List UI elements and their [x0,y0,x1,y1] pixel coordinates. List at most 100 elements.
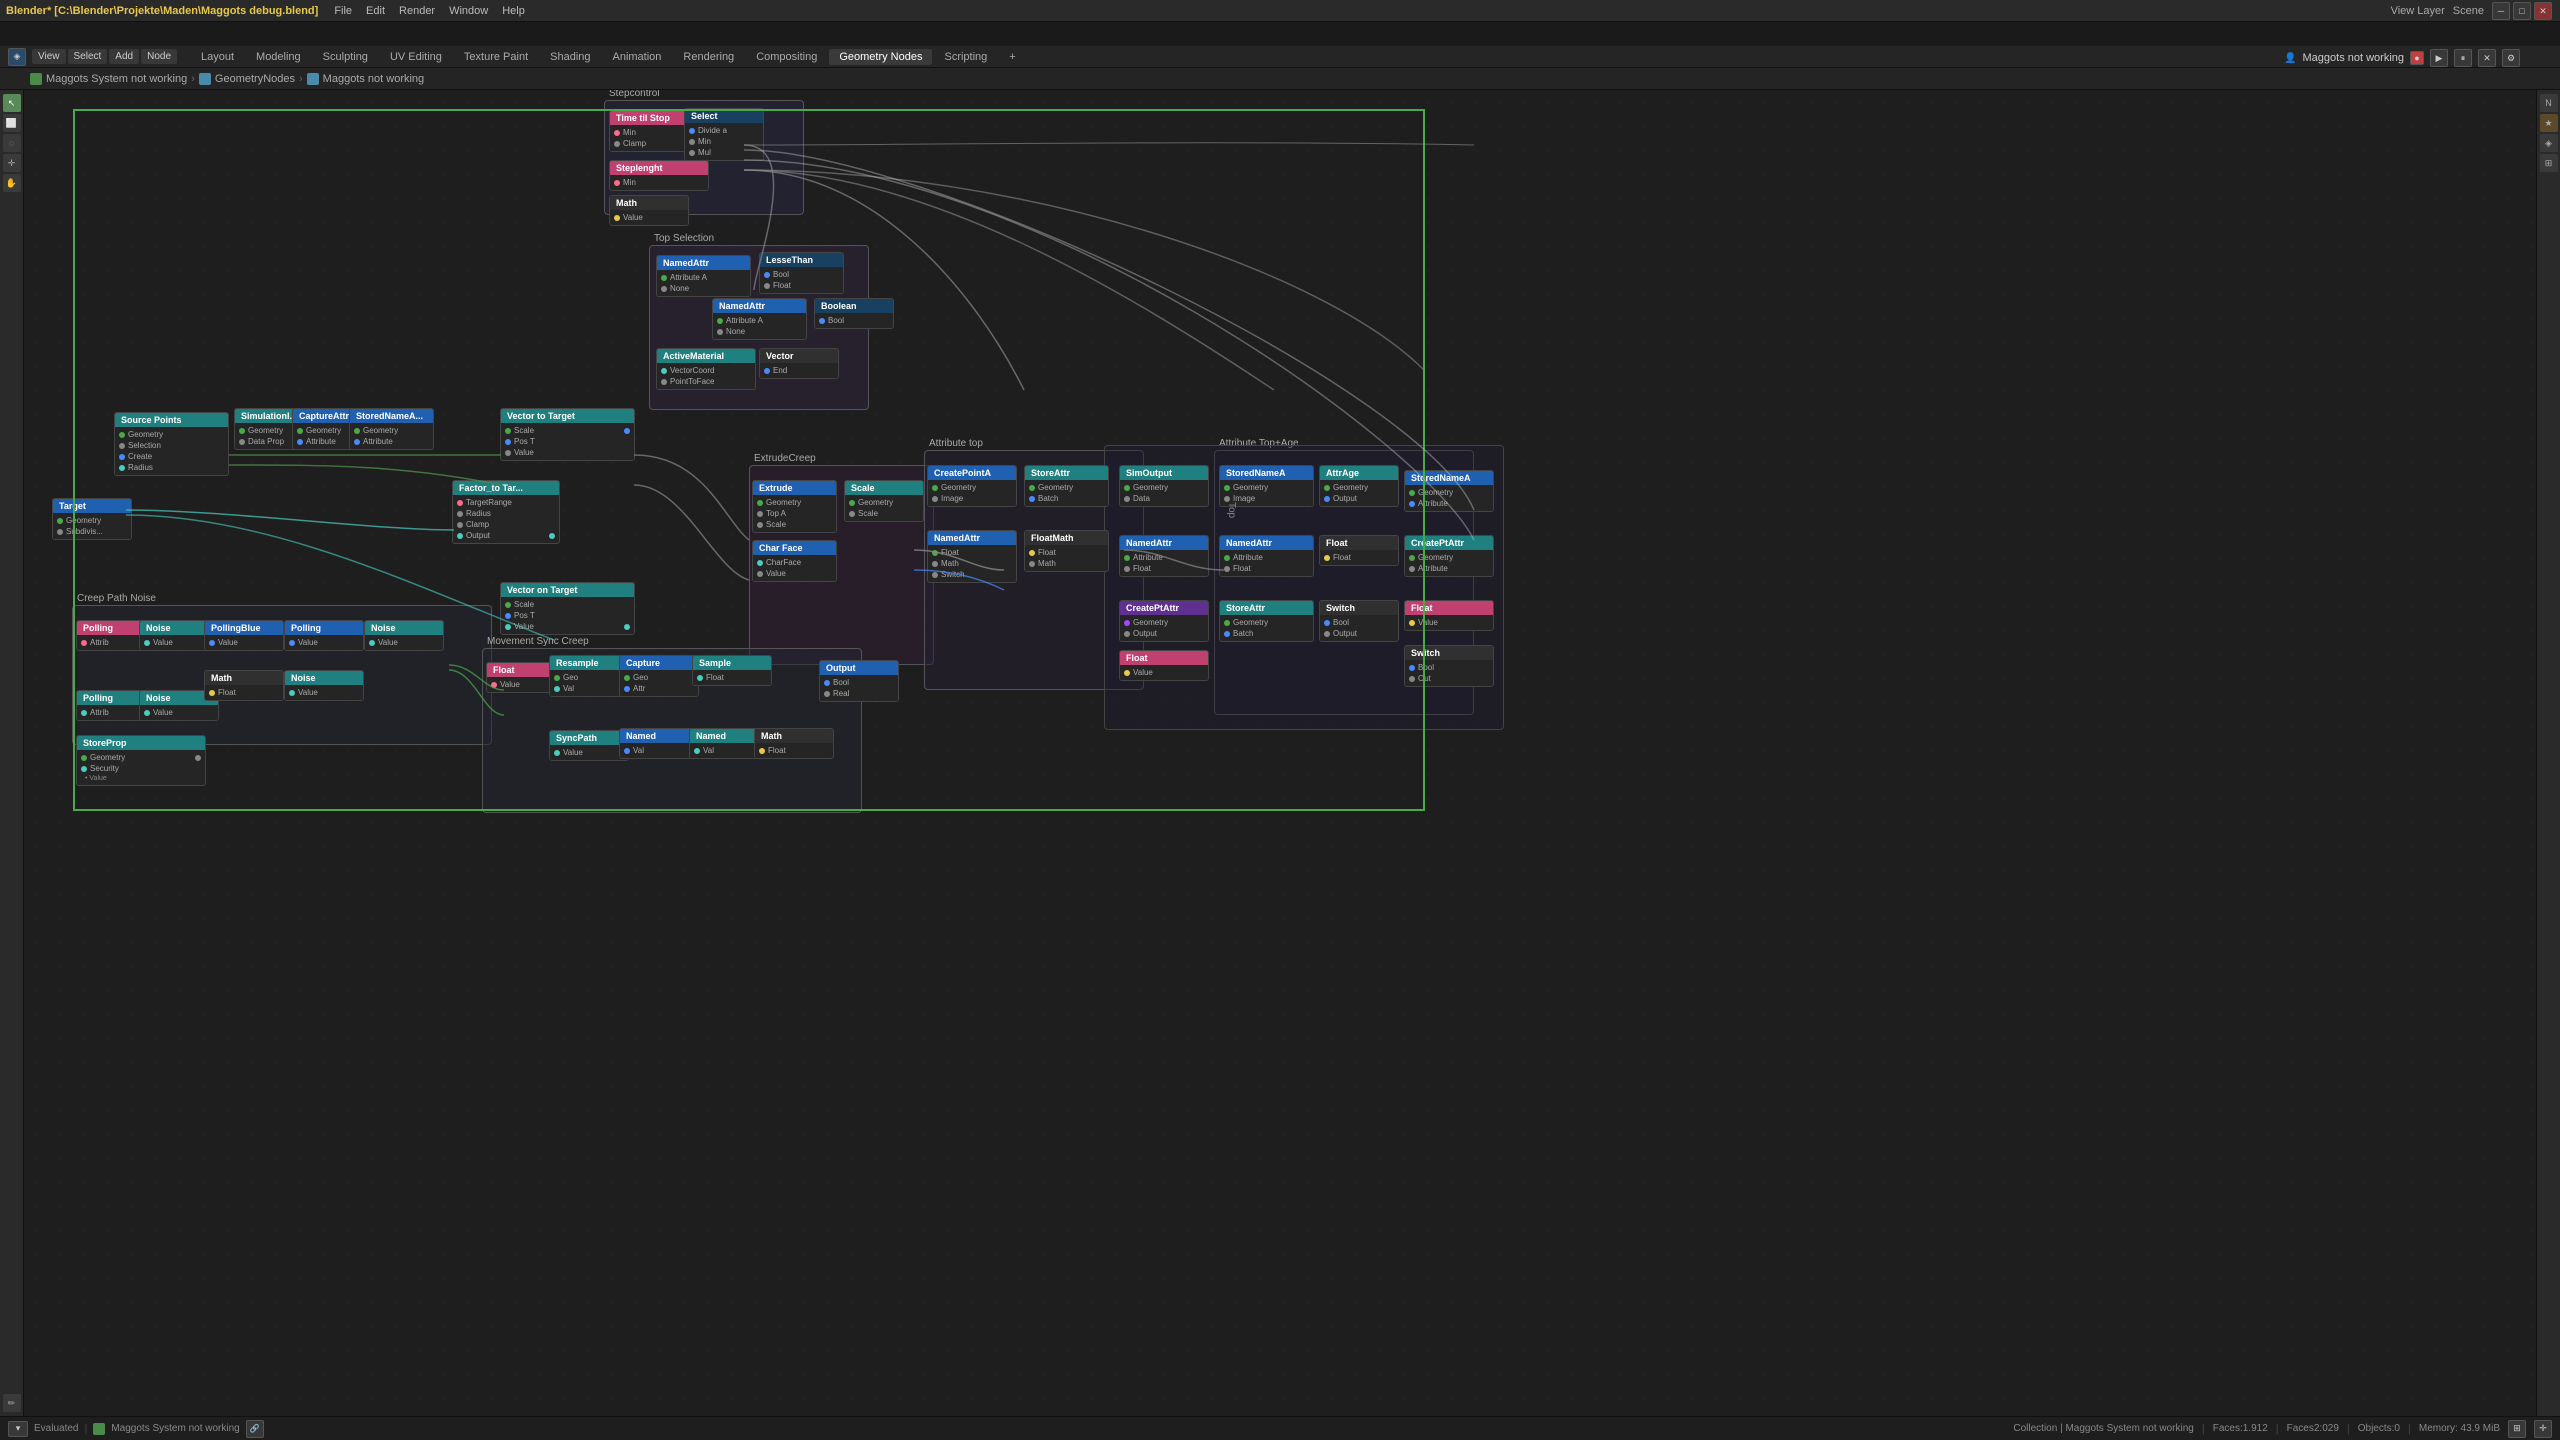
node-body-vec-target: Scale Pos T Value [501,423,634,460]
menu-render[interactable]: Render [393,3,441,19]
node-create-point-attr[interactable]: CreatePointA Geometry Image [927,465,1017,507]
menu-help[interactable]: Help [496,3,531,19]
node-menu[interactable]: Node [141,49,177,64]
right-tool-4[interactable]: ⊞ [2540,154,2558,172]
tab-uv[interactable]: UV Editing [380,49,452,65]
node-far-right-4[interactable]: Switch Bool Out [1404,645,1494,687]
node-named-attr-age[interactable]: NamedAttr Attribute Float [1219,535,1314,577]
tool-lasso[interactable]: ◌ [3,134,21,152]
viewport-overlay-btn[interactable]: ⊞ [2508,1420,2526,1438]
tab-shading[interactable]: Shading [540,49,600,65]
tool-annotation[interactable]: ✏ [3,1394,21,1412]
tab-modeling[interactable]: Modeling [246,49,311,65]
node-far-right-3[interactable]: Float Value [1404,600,1494,631]
node-vector-1[interactable]: Vector End [759,348,839,379]
add-menu[interactable]: Add [109,49,139,64]
node-named-attr-top[interactable]: NamedAttr Float Math Switch [927,530,1017,583]
render-btn[interactable]: ▶ [2430,49,2448,67]
node-msc-output[interactable]: Output Bool Real [819,660,899,702]
tab-rendering[interactable]: Rendering [673,49,744,65]
node-msc-2[interactable]: Capture Geo Attr [619,655,699,697]
tab-sculpting[interactable]: Sculpting [313,49,378,65]
node-scale[interactable]: Scale Geometry Scale [844,480,924,522]
tool-pan[interactable]: ✋ [3,174,21,192]
node-steplenght[interactable]: Steplenght Min [609,160,709,191]
group-label-stepcontrol: Stepcontrol [609,90,660,99]
breadcrumb-item-3[interactable]: Maggots not working [323,73,425,85]
node-vector-to-target[interactable]: Vector to Target Scale Pos T Value [500,408,635,461]
node-mid-chain-3[interactable]: CreatePtAttr Geometry Output [1119,600,1209,642]
node-cpn-4[interactable]: Math Float [204,670,284,701]
settings-btn[interactable]: ⚙ [2502,49,2520,67]
node-cpn-3[interactable]: PollingBlue Value [204,620,284,651]
node-stored-named-1[interactable]: StoredNameA Geometry Image [1219,465,1314,507]
minimize-btn[interactable]: ─ [2492,2,2510,20]
node-cpn-6[interactable]: Noise Value [284,670,364,701]
node-msc-3[interactable]: Sample Float [692,655,772,686]
breadcrumb-item-2[interactable]: GeometryNodes [215,73,295,85]
node-extrude-2[interactable]: Char Face CharFace Value [752,540,837,582]
node-named-attr-2[interactable]: NamedAttr Attribute A None [712,298,807,340]
status-link-icon[interactable]: 🔗 [246,1420,264,1438]
tab-scripting[interactable]: Scripting [934,49,997,65]
node-clamp-1[interactable]: Select Divide a Min Mul [684,108,764,161]
node-msc-6[interactable]: Math Float [754,728,834,759]
tab-animation[interactable]: Animation [603,49,672,65]
right-tool-1[interactable]: N [2540,94,2558,112]
editor-type-icon[interactable]: ◈ [8,48,26,66]
node-far-right-1[interactable]: StoredNameA Geometry Attribute [1404,470,1494,512]
tab-geometry-nodes[interactable]: Geometry Nodes [829,49,932,65]
node-editor-canvas[interactable]: Stepcontrol Top Selection ExtrudeCreep A… [24,90,2536,1416]
node-msc-4[interactable]: Named Val [619,728,699,759]
node-source-points[interactable]: Source Points Geometry Selection Create … [114,412,229,476]
node-cpn-7[interactable]: Noise Value [364,620,444,651]
pause-btn[interactable]: ⏸ [2454,49,2472,67]
mode-selector[interactable]: ▾ [8,1421,28,1437]
menu-edit[interactable]: Edit [360,3,391,19]
node-attr-age-1[interactable]: AttrAge Geometry Output [1319,465,1399,507]
node-named-attr-1[interactable]: NamedAttr Attribute A None [656,255,751,297]
node-mid-chain-1[interactable]: SimOutput Geometry Data [1119,465,1209,507]
view-layer-label[interactable]: View Layer [2391,5,2445,17]
node-cpn-5[interactable]: Polling Value [284,620,364,651]
menu-window[interactable]: Window [443,3,494,19]
node-mid-chain-4[interactable]: Float Value [1119,650,1209,681]
node-msc-1[interactable]: Resample Geo Val [549,655,629,697]
breadcrumb-item-1[interactable]: Maggots System not working [46,73,187,85]
gizmo-btn[interactable]: ✛ [2534,1420,2552,1438]
node-factor-targetion[interactable]: Factor_to Tar... TargetRange Radius Clam… [452,480,560,544]
maximize-btn[interactable]: □ [2513,2,2531,20]
node-float-2[interactable]: Float Float [1319,535,1399,566]
node-float-math[interactable]: FloatMath Float Math [1024,530,1109,572]
tab-compositing[interactable]: Compositing [746,49,827,65]
view-menu[interactable]: View [32,49,66,64]
node-store-attr-2[interactable]: StoreAttr Geometry Batch [1219,600,1314,642]
node-cpn-store[interactable]: StoreProp Geometry Security • Value [76,735,206,786]
node-target[interactable]: Target Geometry Subdivis... [52,498,132,540]
add-workspace-btn[interactable]: + [999,49,1025,65]
tool-box-select[interactable]: ⬜ [3,114,21,132]
node-far-right-2[interactable]: CreatePtAttr Geometry Attribute [1404,535,1494,577]
node-store-attr-top[interactable]: StoreAttr Geometry Batch [1024,465,1109,507]
close-btn[interactable]: ✕ [2534,2,2552,20]
node-switch[interactable]: Switch Bool Output [1319,600,1399,642]
tab-texture-paint[interactable]: Texture Paint [454,49,538,65]
menu-file[interactable]: File [328,3,358,19]
stop-btn[interactable]: ✕ [2478,49,2496,67]
node-mid-chain-2[interactable]: NamedAttr Attribute Float [1119,535,1209,577]
node-vector-on-target[interactable]: Vector on Target Scale Pos T Value [500,582,635,635]
scene-label[interactable]: Scene [2453,5,2484,17]
right-tool-3[interactable]: ◈ [2540,134,2558,152]
tool-move[interactable]: ✛ [3,154,21,172]
tool-select[interactable]: ↖ [3,94,21,112]
node-lessthan[interactable]: LesseThan Bool Float [759,252,844,294]
right-tool-2[interactable]: ★ [2540,114,2558,132]
node-math-1[interactable]: Math Value [609,195,689,226]
node-stored-attr[interactable]: StoredNameA... Geometry Attribute [349,408,434,450]
node-extrude-1[interactable]: Extrude Geometry Top A Scale [752,480,837,533]
tab-layout[interactable]: Layout [191,49,244,65]
node-active-material[interactable]: ActiveMaterial VectorCoord PointToFace [656,348,756,390]
select-menu[interactable]: Select [68,49,108,64]
node-msc-sync[interactable]: SyncPath Value [549,730,629,761]
node-boolean-1[interactable]: Boolean Bool [814,298,894,329]
